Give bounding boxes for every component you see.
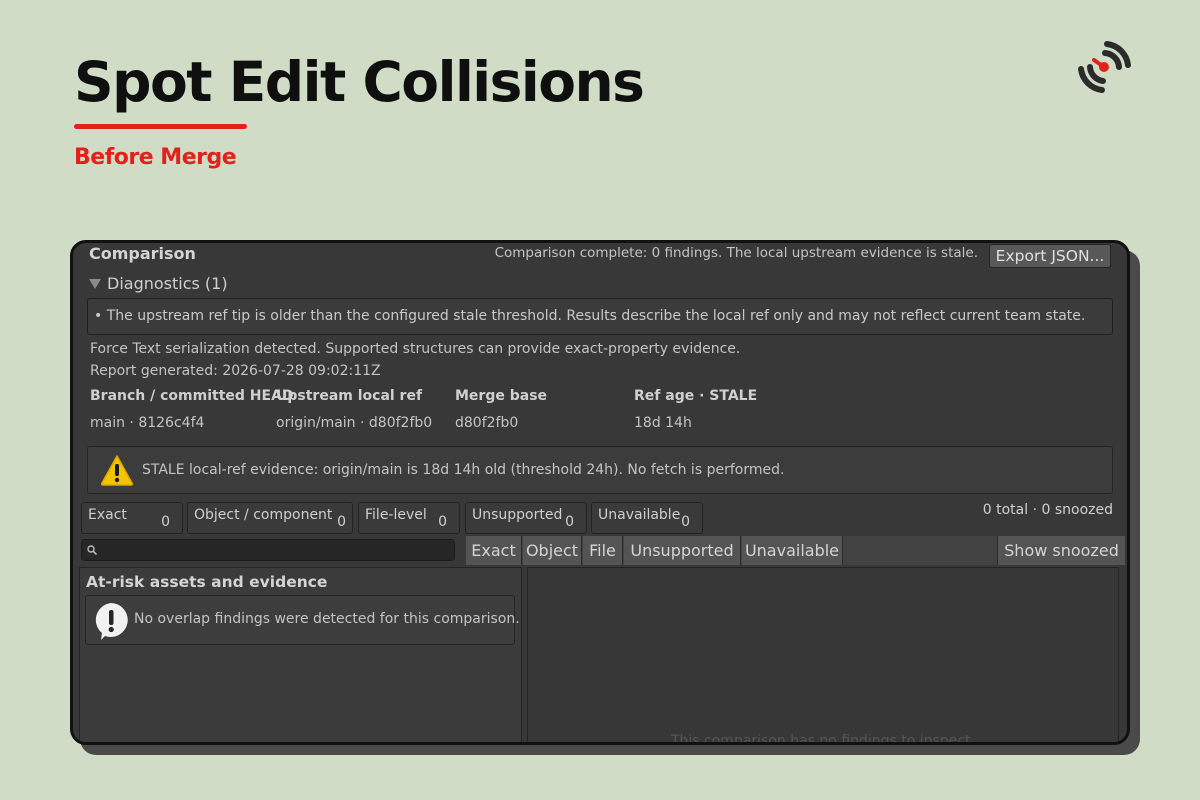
comparison-status: Comparison complete: 0 findings. The loc… [494,245,978,261]
tab-unsupported[interactable]: Unsupported [624,536,741,565]
exclamation-bubble-icon [95,603,128,640]
page-title: Spot Edit Collisions [74,50,645,114]
search-field[interactable] [81,539,455,561]
export-json-button[interactable]: Export JSON... [989,244,1111,268]
filter-unavailable[interactable]: Unavailable 0 [591,502,703,534]
filter-count: 0 [438,514,447,530]
tab-object[interactable]: Object [523,536,582,565]
filter-label: Object / component [194,507,333,523]
findings-totals: 0 total · 0 snoozed [982,502,1113,518]
warning-text: STALE local-ref evidence: origin/main is… [142,462,785,478]
ref-header-branch: Branch / committed HEAD [90,388,294,404]
filter-label: File-level [365,507,427,523]
filter-exact[interactable]: Exact 0 [81,502,183,534]
finding-detail-pane: This comparison has no findings to inspe… [527,567,1119,745]
filter-count: 0 [681,514,690,530]
filter-count: 0 [161,514,170,530]
ref-value-age: 18d 14h [634,415,692,431]
triangle-down-icon [89,278,101,289]
tab-unavailable[interactable]: Unavailable [742,536,843,565]
filter-label: Exact [88,507,127,523]
filter-count: 0 [565,514,574,530]
comparison-window: Comparison Comparison complete: 0 findin… [70,240,1130,745]
finding-tabs: Exact Object File Unsupported Unavailabl… [466,536,1125,565]
diagnostics-message: • The upstream ref tip is older than the… [87,298,1113,335]
diagnostics-toggle[interactable]: Diagnostics (1) [89,274,228,293]
filter-count: 0 [337,514,346,530]
filter-unsupported[interactable]: Unsupported 0 [465,502,587,534]
empty-state-text: This comparison has no findings to inspe… [670,733,975,745]
report-generated: Report generated: 2026-07-28 09:02:11Z [90,363,381,379]
show-snoozed-toggle[interactable]: Show snoozed [997,536,1125,565]
filter-label: Unavailable [598,507,681,523]
ref-value-branch: main · 8126c4f4 [90,415,205,431]
diagnostics-label: Diagnostics (1) [107,274,228,293]
ref-header-age: Ref age · STALE [634,388,758,404]
no-findings-info: No overlap findings were detected for th… [85,595,520,645]
ref-value-upstream: origin/main · d80f2fb0 [276,415,433,431]
at-risk-title: At-risk assets and evidence [86,573,328,591]
ref-value-merge-base: d80f2fb0 [455,415,519,431]
page-subtitle: Before Merge [74,145,237,170]
tab-exact[interactable]: Exact [466,536,522,565]
stale-warning: STALE local-ref evidence: origin/main is… [87,446,1113,494]
filter-label: Unsupported [472,507,563,523]
serialization-note: Force Text serialization detected. Suppo… [90,341,741,357]
tab-file[interactable]: File [583,536,623,565]
search-icon [87,545,97,555]
comparison-title: Comparison [89,244,196,263]
no-findings-text: No overlap findings were detected for th… [134,611,520,627]
filter-file-level[interactable]: File-level 0 [358,502,460,534]
radio-signal-logo-icon [1078,41,1131,93]
filter-object-component[interactable]: Object / component 0 [187,502,353,534]
warning-icon [100,455,134,486]
ref-header-upstream: Upstream local ref [276,388,423,404]
title-underline [74,124,247,129]
at-risk-assets-pane: At-risk assets and evidence No overlap f… [79,567,522,742]
ref-header-merge-base: Merge base [455,388,548,404]
search-input[interactable] [100,541,450,559]
